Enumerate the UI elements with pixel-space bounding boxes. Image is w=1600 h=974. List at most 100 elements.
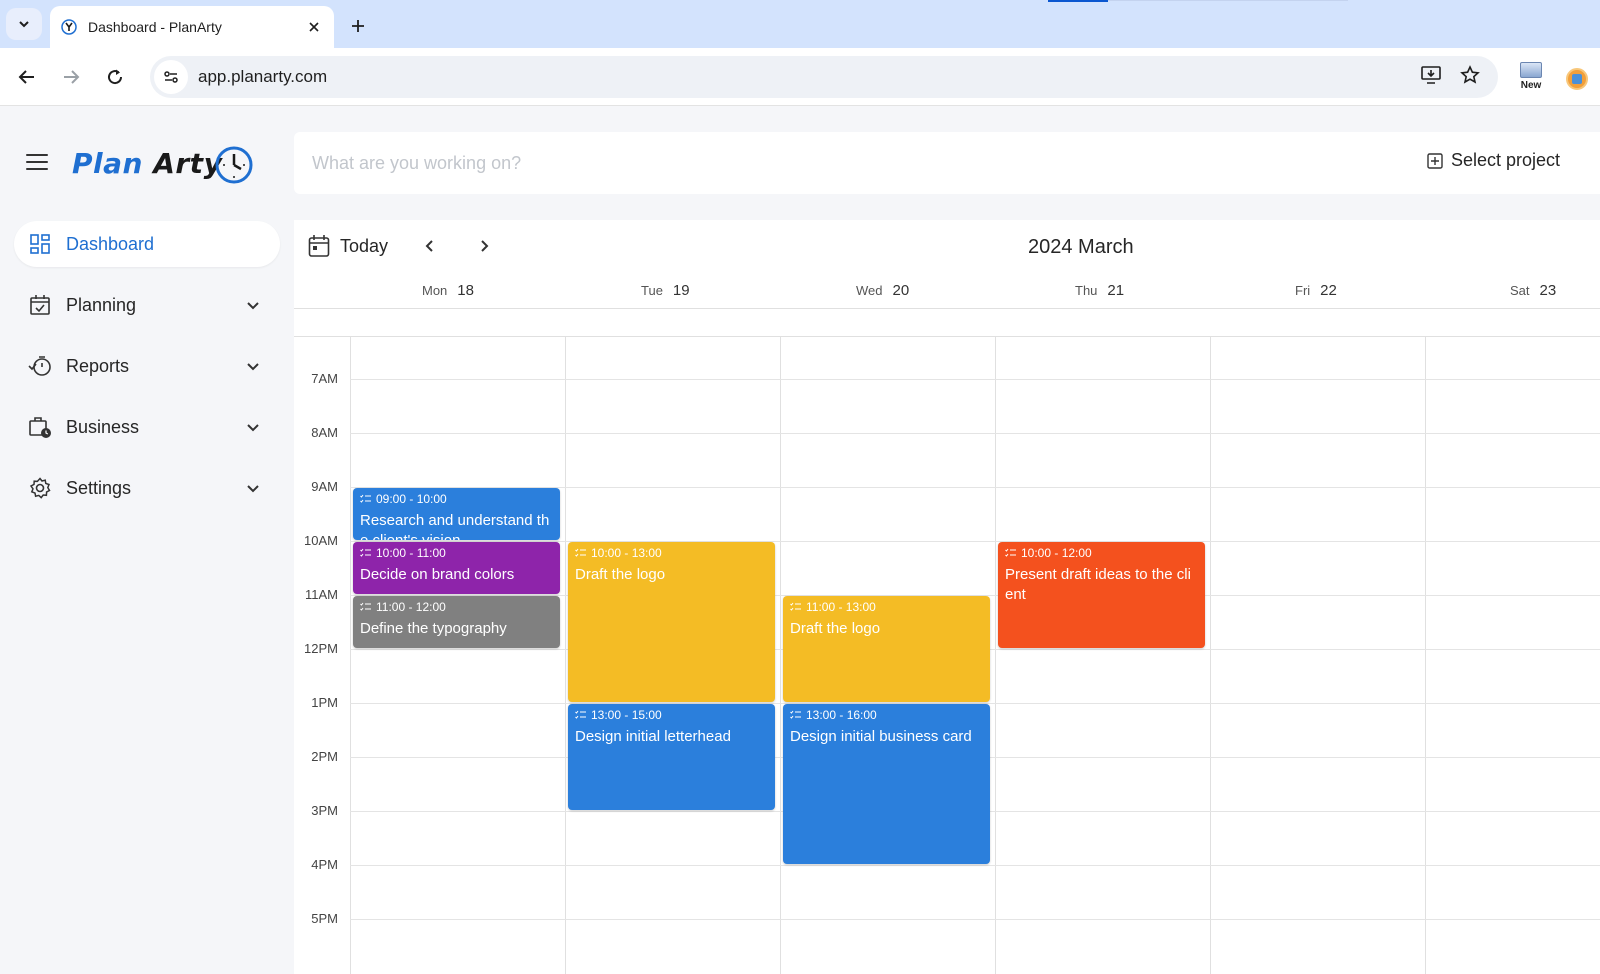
work-description-input[interactable]: [312, 152, 1212, 174]
sidebar-item-label: Dashboard: [66, 233, 155, 254]
briefcase-clock-icon: [28, 415, 52, 439]
sidebar-item-label: Planning: [66, 294, 137, 315]
day-header-mon[interactable]: Mon 18: [422, 282, 474, 306]
hour-label: 7AM: [311, 371, 338, 386]
sidebar-item-business[interactable]: Business: [14, 404, 280, 450]
hour-label: 9AM: [311, 479, 338, 494]
day-name: Wed: [856, 283, 883, 298]
back-button[interactable]: [12, 62, 42, 92]
event-title: Present draft ideas to the client: [1005, 566, 1191, 603]
hour-label: 2PM: [311, 749, 338, 764]
task-list-icon: [360, 548, 371, 557]
day-name: Thu: [1075, 283, 1098, 298]
calendar-event[interactable]: 10:00 - 13:00 Draft the logo: [568, 542, 775, 702]
event-time: 10:00 - 13:00: [575, 546, 768, 560]
hour-label: 1PM: [311, 695, 338, 710]
task-list-icon: [575, 710, 586, 719]
tab-group-divider: [1108, 0, 1348, 1]
day-name: Mon: [422, 283, 448, 298]
browser-tab-active[interactable]: Dashboard - PlanArty: [50, 6, 334, 48]
tab-search-button[interactable]: [6, 8, 42, 40]
chevron-down-icon[interactable]: [242, 294, 264, 316]
event-time: 10:00 - 12:00: [1005, 546, 1198, 560]
calendar-event[interactable]: 09:00 - 10:00 Research and understand the…: [353, 488, 560, 540]
planarty-logo[interactable]: Plan Arty: [72, 136, 256, 190]
bookmark-star-icon[interactable]: [1460, 64, 1480, 90]
calendar-event[interactable]: 13:00 - 16:00 Design initial business car…: [783, 704, 990, 864]
tab-group-indicator: [1048, 0, 1108, 2]
sidebar-item-settings[interactable]: Settings: [14, 465, 280, 511]
hour-label: 12PM: [304, 641, 338, 656]
calendar-icon: [308, 235, 330, 257]
task-list-icon: [360, 494, 371, 503]
event-title: Define the typography: [360, 620, 507, 637]
reload-button[interactable]: [100, 62, 130, 92]
select-project-button[interactable]: Select project: [1427, 150, 1560, 171]
address-bar[interactable]: app.planarty.com: [150, 56, 1498, 98]
event-time: 10:00 - 11:00: [360, 546, 553, 560]
day-header-thu[interactable]: Thu 21: [1075, 282, 1124, 306]
install-app-icon[interactable]: [1420, 65, 1442, 90]
task-list-icon: [790, 710, 801, 719]
calendar-event[interactable]: 10:00 - 11:00 Decide on brand colors: [353, 542, 560, 594]
event-title: Research and understand the client's vis…: [360, 512, 550, 540]
sidebar-item-planning[interactable]: Planning: [14, 282, 280, 328]
calendar-event[interactable]: 11:00 - 12:00 Define the typography: [353, 596, 560, 648]
event-time: 13:00 - 15:00: [575, 708, 768, 722]
tab-close-icon[interactable]: [304, 17, 324, 37]
sidebar-item-label: Business: [66, 416, 140, 437]
event-time: 13:00 - 16:00: [790, 708, 983, 722]
new-tab-button[interactable]: [344, 12, 372, 40]
hour-label: 5PM: [311, 911, 338, 926]
plus-square-icon: [1427, 152, 1443, 169]
day-header-fri[interactable]: Fri 22: [1295, 282, 1337, 306]
task-list-icon: [575, 548, 586, 557]
day-number: 23: [1539, 282, 1557, 299]
calendar-header: Today 2024 March: [294, 220, 1600, 276]
sidebar-item-reports[interactable]: Reports: [14, 343, 280, 389]
day-number: 20: [892, 282, 910, 299]
time-grid[interactable]: 7AM 8AM 9AM 10AM 11AM 12PM 1PM 2PM 3PM 4PM 5PM 09:0…: [294, 337, 1600, 974]
gear-icon: [28, 476, 52, 500]
chevron-right-icon: [481, 240, 489, 252]
hamburger-menu-icon[interactable]: [26, 152, 48, 172]
sidebar-item-dashboard[interactable]: Dashboard: [14, 221, 280, 267]
calendar-event[interactable]: 11:00 - 13:00 Draft the logo: [783, 596, 990, 702]
chevron-down-icon[interactable]: [242, 416, 264, 438]
chevron-down-icon: [19, 21, 29, 28]
today-label: Today: [340, 235, 389, 256]
hour-gridline: [350, 865, 1600, 866]
chevron-down-icon[interactable]: [242, 355, 264, 377]
hour-label: 8AM: [311, 425, 338, 440]
browser-tabstrip: Dashboard - PlanArty: [0, 0, 1600, 48]
event-title: Draft the logo: [790, 620, 881, 637]
profile-avatar[interactable]: [1566, 68, 1588, 90]
logo-arty-text: Arty: [153, 146, 223, 180]
day-header-tue[interactable]: Tue 19: [641, 282, 690, 306]
calendar-event[interactable]: 10:00 - 12:00 Present draft ideas to the …: [998, 542, 1205, 648]
event-title: Decide on brand colors: [360, 566, 515, 583]
chevron-down-icon[interactable]: [242, 477, 264, 499]
day-number: 18: [457, 282, 474, 299]
site-info-icon[interactable]: [154, 60, 188, 94]
day-header-sat[interactable]: Sat 23: [1510, 282, 1556, 306]
next-week-button[interactable]: [472, 234, 496, 258]
today-button[interactable]: Today: [308, 234, 388, 258]
previous-week-button[interactable]: [418, 234, 442, 258]
task-list-icon: [1005, 548, 1016, 557]
hour-label: 10AM: [304, 533, 338, 548]
url-text[interactable]: app.planarty.com: [198, 67, 1420, 87]
logo-text: Plan Arty: [72, 147, 222, 180]
sidebar-item-label: Reports: [66, 355, 130, 376]
hour-label: 3PM: [311, 803, 338, 818]
calendar-check-icon: [28, 293, 52, 317]
task-list-icon: [360, 602, 371, 611]
extension-new-button[interactable]: New: [1514, 62, 1548, 96]
day-header-wed[interactable]: Wed 20: [856, 282, 909, 306]
event-time: 09:00 - 10:00: [360, 492, 553, 506]
hour-gridline: [350, 379, 1600, 380]
time-entry-bar: Select project: [294, 132, 1600, 194]
calendar-event[interactable]: 13:00 - 15:00 Design initial letterhead: [568, 704, 775, 810]
extension-image-icon: [1520, 62, 1542, 78]
forward-button[interactable]: [56, 62, 86, 92]
